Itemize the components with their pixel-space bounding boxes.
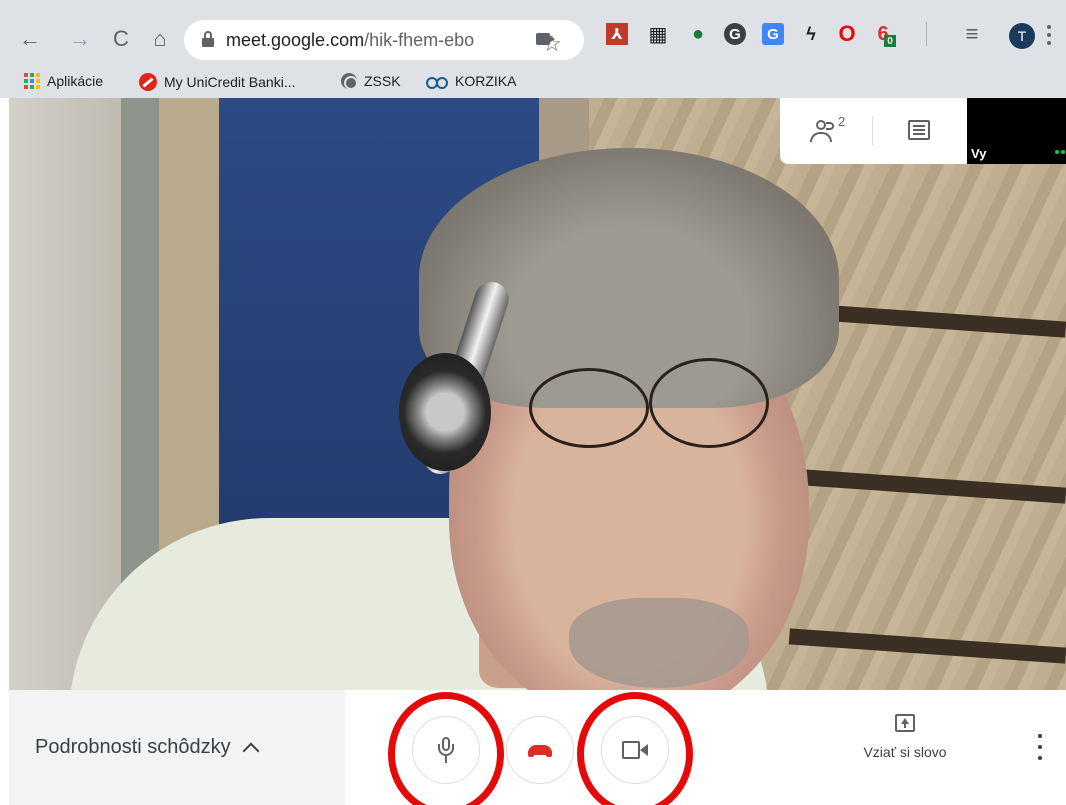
bookmark-korzika[interactable]: KORZIKA	[426, 73, 516, 89]
bookmark-zssk[interactable]: ZSSK	[341, 73, 401, 90]
camera-button[interactable]	[601, 716, 669, 784]
bookmark-star-icon[interactable]: ☆	[542, 31, 562, 57]
media-queue-icon[interactable]: ≡	[961, 21, 983, 46]
bookmarks-bar: Aplikácie My UniCredit Banki... ZSSK KOR…	[0, 66, 1066, 98]
bookmark-label: My UniCredit Banki...	[164, 74, 296, 90]
hang-up-icon	[528, 745, 552, 757]
grid-extension-icon[interactable]: ▦	[647, 23, 669, 46]
browser-menu-icon[interactable]	[1045, 23, 1053, 47]
microphone-button[interactable]	[412, 716, 480, 784]
apps-grid-icon	[24, 73, 40, 89]
participant-count: 2	[838, 114, 846, 129]
present-button[interactable]: Vziať si slovo	[850, 714, 960, 760]
map-pin-extension-icon[interactable]: ●	[687, 23, 709, 45]
address-url[interactable]: meet.google.com/hik-fhem-ebo	[226, 30, 474, 51]
address-bar[interactable]: meet.google.com/hik-fhem-ebo	[184, 20, 584, 60]
present-label: Vziať si slovo	[863, 744, 947, 760]
korzika-icon	[426, 75, 448, 89]
globe-icon	[341, 73, 358, 90]
microphone-icon	[438, 737, 454, 763]
url-path: /hik-fhem-ebo	[364, 30, 475, 50]
lock-extension-icon[interactable]: 6 0	[872, 23, 896, 47]
meet-top-controls: 2	[780, 98, 967, 164]
audio-indicator-icon	[1055, 150, 1059, 154]
home-icon[interactable]: ⌂	[146, 25, 174, 53]
unicredit-icon	[139, 73, 157, 91]
bolt-extension-icon[interactable]: ϟ	[800, 23, 822, 45]
nav-row: ← → C ⌂ meet.google.com/hik-fhem-ebo ☆	[0, 12, 1066, 60]
grammarly-extension-icon[interactable]: G	[724, 23, 746, 45]
bookmark-label: ZSSK	[364, 73, 401, 89]
reload-icon[interactable]: C	[107, 25, 135, 53]
chat-icon[interactable]	[908, 120, 930, 140]
meeting-details-button[interactable]: Podrobnosti schôdzky	[9, 690, 345, 805]
profile-avatar[interactable]: T	[1009, 23, 1035, 49]
camera-icon	[622, 741, 648, 759]
toolbar-divider	[926, 22, 927, 46]
more-options-icon[interactable]	[1036, 734, 1044, 760]
participant-video	[9, 98, 1066, 690]
pdf-extension-icon[interactable]: ⅄	[606, 23, 628, 45]
bookmark-unicredit[interactable]: My UniCredit Banki...	[139, 73, 295, 91]
meeting-details-label: Podrobnosti schôdzky	[35, 736, 231, 758]
forward-arrow-icon[interactable]: →	[66, 25, 94, 53]
chevron-up-icon	[242, 742, 260, 759]
meet-bottom-bar: Podrobnosti schôdzky Vziať si slovo	[0, 690, 1066, 805]
bookmark-label: KORZIKA	[455, 73, 517, 89]
bookmark-apps[interactable]: Aplikácie	[24, 73, 103, 89]
hang-up-button[interactable]	[506, 716, 574, 784]
present-screen-icon	[895, 714, 915, 732]
self-view-tile[interactable]: Vy	[967, 98, 1066, 164]
url-host: meet.google.com	[226, 30, 365, 50]
controls-divider	[872, 116, 873, 146]
lock-icon	[202, 31, 214, 47]
self-view-label: Vy	[971, 146, 987, 161]
bookmark-label: Aplikácie	[47, 73, 104, 89]
back-arrow-icon[interactable]: ←	[16, 25, 44, 53]
extension-badge: 0	[884, 35, 896, 47]
browser-toolbar: ← → C ⌂ meet.google.com/hik-fhem-ebo ☆ ⅄…	[0, 0, 1066, 66]
opera-extension-icon[interactable]: O	[836, 21, 858, 46]
translate-extension-icon[interactable]: G	[762, 23, 784, 45]
